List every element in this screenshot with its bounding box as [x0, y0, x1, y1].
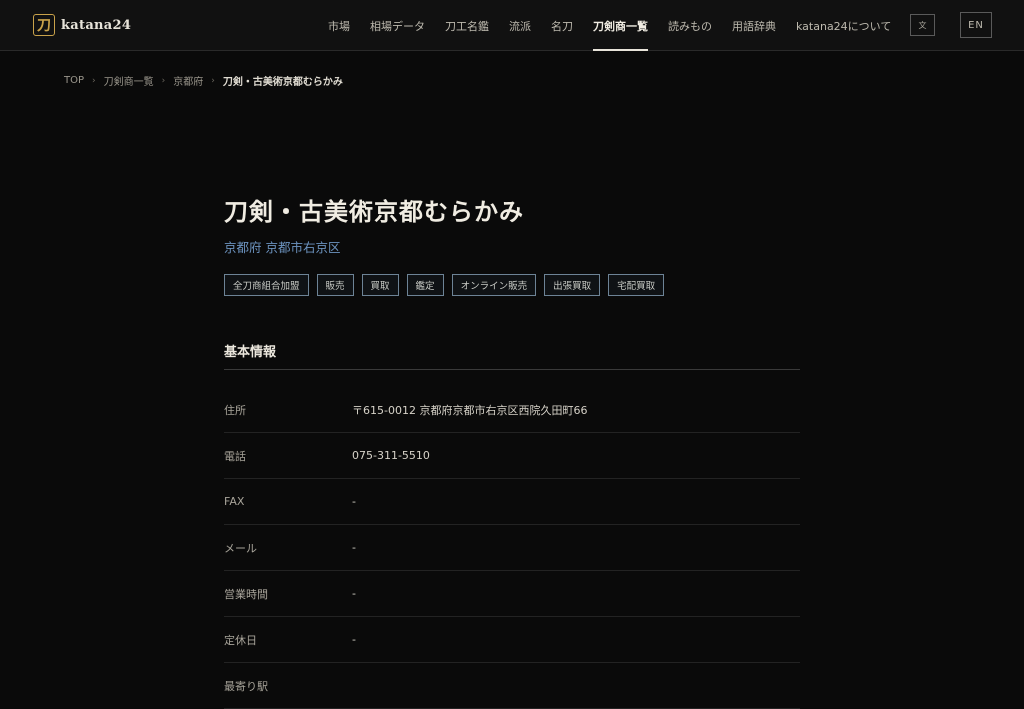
breadcrumb-top[interactable]: TOP [64, 75, 84, 86]
business-hours-value: - [352, 587, 356, 600]
info-row-business-hours: 営業時間 - [224, 571, 800, 617]
closed-days-value: - [352, 633, 356, 646]
breadcrumb: TOP › 刀剣商一覧 › 京都府 › 刀剣・古美術京都むらかみ [64, 73, 343, 88]
nav-item-articles[interactable]: 読みもの [658, 0, 722, 51]
site-logo[interactable]: 刀 katana24 [33, 13, 131, 37]
info-label: 住所 [224, 403, 246, 417]
nav-item-market[interactable]: 市場 [318, 0, 360, 51]
info-label: メール [224, 541, 257, 555]
nav-item-famous-swords[interactable]: 名刀 [541, 0, 583, 51]
info-label: 営業時間 [224, 587, 268, 601]
tag-appraisal: 鑑定 [406, 274, 444, 296]
fax-value: - [352, 495, 356, 508]
nav-item-swordsmith-directory[interactable]: 刀工名鑑 [435, 0, 499, 51]
tag-onsite-purchase: 出張買取 [544, 274, 601, 296]
language-toggle-button[interactable]: 文 [910, 14, 935, 36]
info-label: 電話 [224, 449, 246, 463]
address-value: 〒615-0012 京都府京都市右京区西院久田町66 [352, 403, 588, 417]
tag-association-member: 全刀商組合加盟 [224, 274, 309, 296]
basic-info-heading: 基本情報 [224, 345, 277, 360]
breadcrumb-dealer-list[interactable]: 刀剣商一覧 [104, 73, 154, 88]
service-tags: 全刀商組合加盟 販売 買取 鑑定 オンライン販売 出張買取 宅配買取 [224, 274, 665, 296]
site-header: 刀 katana24 市場 相場データ 刀工名鑑 流派 名刀 刀剣商一覧 読みも… [0, 0, 1024, 51]
info-row-email: メール - [224, 525, 800, 571]
breadcrumb-separator: › [211, 75, 215, 86]
tag-purchase: 買取 [361, 274, 399, 296]
email-value: - [352, 541, 356, 554]
tag-sales: 販売 [316, 274, 354, 296]
basic-info-table: 住所 〒615-0012 京都府京都市右京区西院久田町66 電話 075-311… [224, 387, 800, 709]
info-row-phone: 電話 075-311-5510 [224, 433, 800, 479]
section-divider [224, 369, 800, 370]
info-label: 最寄り駅 [224, 679, 268, 693]
breadcrumb-prefecture[interactable]: 京都府 [173, 73, 203, 88]
info-row-address: 住所 〒615-0012 京都府京都市右京区西院久田町66 [224, 387, 800, 433]
page-title: 刀剣・古美術京都むらかみ [224, 197, 524, 226]
nav-item-schools[interactable]: 流派 [499, 0, 541, 51]
breadcrumb-separator: › [92, 75, 96, 86]
katana-logo-icon: 刀 [33, 14, 55, 36]
info-row-fax: FAX - [224, 479, 800, 525]
nav-item-glossary[interactable]: 用語辞典 [722, 0, 786, 51]
nav-item-dealer-list[interactable]: 刀剣商一覧 [583, 0, 658, 51]
info-label: FAX [224, 495, 245, 508]
breadcrumb-current: 刀剣・古美術京都むらかみ [222, 77, 343, 88]
dealer-location: 京都府 京都市右京区 [224, 240, 341, 255]
english-language-button[interactable]: EN [960, 12, 992, 38]
info-label: 定休日 [224, 633, 257, 647]
tag-online-sales: オンライン販売 [451, 274, 537, 296]
phone-value[interactable]: 075-311-5510 [352, 449, 430, 462]
nav-item-price-data[interactable]: 相場データ [360, 0, 435, 51]
breadcrumb-separator: › [161, 75, 166, 86]
translate-icon: 文 [918, 20, 927, 30]
info-row-nearest-station: 最寄り駅 [224, 663, 800, 709]
info-row-closed-days: 定休日 - [224, 617, 800, 663]
tag-mail-purchase: 宅配買取 [608, 274, 665, 296]
main-nav: 市場 相場データ 刀工名鑑 流派 名刀 刀剣商一覧 読みもの 用語辞典 kata… [318, 0, 901, 51]
logo-text: katana24 [61, 17, 132, 33]
nav-item-about[interactable]: katana24について [786, 0, 901, 51]
